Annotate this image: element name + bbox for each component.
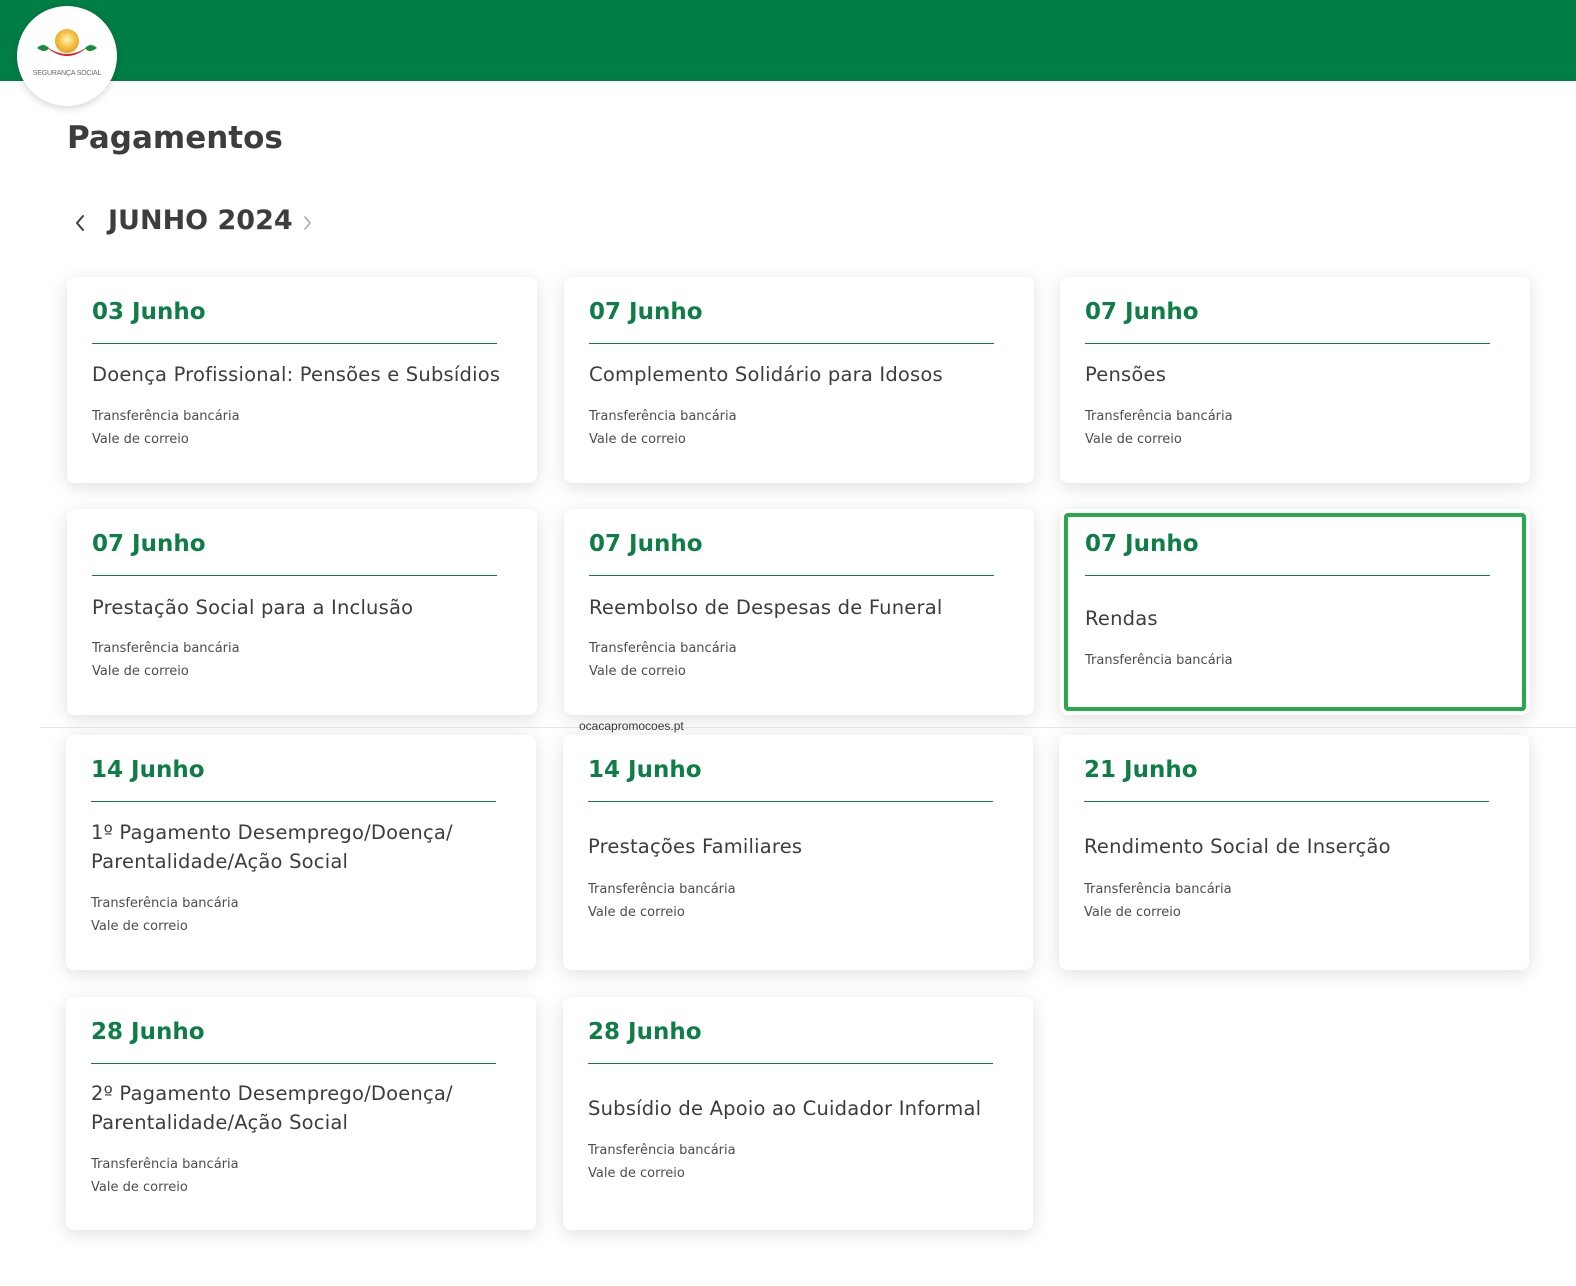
payment-method: Transferência bancária [1085, 409, 1233, 424]
payment-title: Subsídio de Apoio ao Cuidador Informal [588, 1097, 982, 1120]
payment-method: Vale de correio [91, 1180, 188, 1195]
payment-title: Pensões [1085, 363, 1167, 386]
payment-date: 28 Junho [91, 1019, 205, 1045]
payment-card[interactable]: 03 Junho Doença Profissional: Pensões e … [67, 277, 537, 483]
payment-methods: Transferência bancária Vale de correio [92, 637, 240, 683]
header-bar [0, 0, 1576, 81]
card-divider [91, 801, 496, 802]
payment-card[interactable]: 28 Junho 2º Pagamento Desemprego/Doença/… [66, 997, 536, 1230]
payment-method: Vale de correio [92, 664, 189, 679]
payment-method: Transferência bancária [588, 882, 736, 897]
payment-card[interactable]: 07 Junho Prestação Social para a Inclusã… [67, 509, 537, 715]
payment-method: Transferência bancária [589, 409, 737, 424]
payment-date: 07 Junho [589, 531, 703, 557]
card-divider [1084, 801, 1489, 802]
watermark-text: ocacapromocoes.pt [579, 719, 684, 733]
payment-method: Vale de correio [91, 919, 188, 934]
logo-emblem-icon [37, 29, 97, 56]
card-divider [1085, 575, 1490, 576]
card-divider [588, 801, 993, 802]
payment-method: Transferência bancária [92, 641, 240, 656]
payment-title: Reembolso de Despesas de Funeral [589, 596, 943, 619]
payment-date: 07 Junho [589, 299, 703, 325]
payment-card[interactable]: 14 Junho 1º Pagamento Desemprego/Doença/… [66, 735, 536, 970]
payment-title: Rendimento Social de Inserção [1084, 835, 1391, 858]
card-divider [92, 343, 497, 344]
seguranca-social-logo[interactable]: SEGURANÇA SOCIAL [17, 6, 117, 106]
payment-method: Transferência bancária [92, 409, 240, 424]
payment-method: Vale de correio [1084, 905, 1181, 920]
payment-method: Transferência bancária [91, 1157, 239, 1172]
payment-date: 03 Junho [92, 299, 206, 325]
payment-method: Vale de correio [92, 432, 189, 447]
payment-methods: Transferência bancária Vale de correio [588, 1139, 736, 1185]
payment-date: 14 Junho [588, 757, 702, 783]
card-divider [588, 1063, 993, 1064]
chevron-left-icon [76, 215, 84, 231]
card-divider [1085, 343, 1490, 344]
payment-title: Prestação Social para a Inclusão [92, 596, 414, 619]
payment-card[interactable]: 14 Junho Prestações Familiares Transferê… [563, 735, 1033, 970]
payment-methods: Transferência bancária Vale de correio [588, 878, 736, 924]
payment-method: Transferência bancária [1085, 653, 1233, 668]
section-divider [40, 727, 1576, 728]
payment-methods: Transferência bancária Vale de correio [1084, 878, 1232, 924]
payment-method: Vale de correio [588, 905, 685, 920]
card-divider [589, 343, 994, 344]
payment-method: Vale de correio [589, 664, 686, 679]
payment-date: 21 Junho [1084, 757, 1198, 783]
payment-methods: Transferência bancária Vale de correio [1085, 405, 1233, 451]
payment-methods: Transferência bancária Vale de correio [91, 892, 239, 938]
card-divider [589, 575, 994, 576]
payment-method: Vale de correio [1085, 432, 1182, 447]
chevron-right-icon [304, 216, 311, 230]
payment-card[interactable]: 21 Junho Rendimento Social de Inserção T… [1059, 735, 1529, 970]
payment-method: Transferência bancária [588, 1143, 736, 1158]
payment-card[interactable]: 07 Junho Pensões Transferência bancária … [1060, 277, 1530, 483]
payment-date: 07 Junho [1085, 531, 1199, 557]
payment-card-selected[interactable]: 07 Junho Rendas Transferência bancária [1060, 509, 1530, 715]
payment-title: Doença Profissional: Pensões e Subsídios [92, 363, 501, 386]
payment-card[interactable]: 28 Junho Subsídio de Apoio ao Cuidador I… [563, 997, 1033, 1230]
card-divider [92, 575, 497, 576]
payment-methods: Transferência bancária [1085, 649, 1233, 672]
payment-method: Transferência bancária [1084, 882, 1232, 897]
payment-date: 07 Junho [92, 531, 206, 557]
payment-method: Transferência bancária [91, 896, 239, 911]
payment-method: Vale de correio [588, 1166, 685, 1181]
payment-methods: Transferência bancária Vale de correio [589, 637, 737, 683]
payment-methods: Transferência bancária Vale de correio [91, 1153, 239, 1199]
payment-title: Complemento Solidário para Idosos [589, 363, 943, 386]
logo-text: SEGURANÇA SOCIAL [32, 70, 102, 77]
payment-title: 2º Pagamento Desemprego/Doença/ Parental… [91, 1082, 453, 1134]
payment-title: 1º Pagamento Desemprego/Doença/ Parental… [91, 821, 453, 873]
payment-date: 28 Junho [588, 1019, 702, 1045]
payment-methods: Transferência bancária Vale de correio [92, 405, 240, 451]
payment-method: Vale de correio [589, 432, 686, 447]
payment-card[interactable]: 07 Junho Reembolso de Despesas de Funera… [564, 509, 1034, 715]
current-month-label: JUNHO 2024 [108, 205, 293, 236]
payment-date: 07 Junho [1085, 299, 1199, 325]
page-title: Pagamentos [67, 120, 283, 156]
payment-date: 14 Junho [91, 757, 205, 783]
previous-month-button[interactable] [67, 203, 93, 243]
payment-card[interactable]: 07 Junho Complemento Solidário para Idos… [564, 277, 1034, 483]
payment-title: Rendas [1085, 607, 1158, 630]
payment-title: Prestações Familiares [588, 835, 803, 858]
payment-methods: Transferência bancária Vale de correio [589, 405, 737, 451]
card-divider [91, 1063, 496, 1064]
next-month-button[interactable] [295, 203, 321, 243]
payment-method: Transferência bancária [589, 641, 737, 656]
